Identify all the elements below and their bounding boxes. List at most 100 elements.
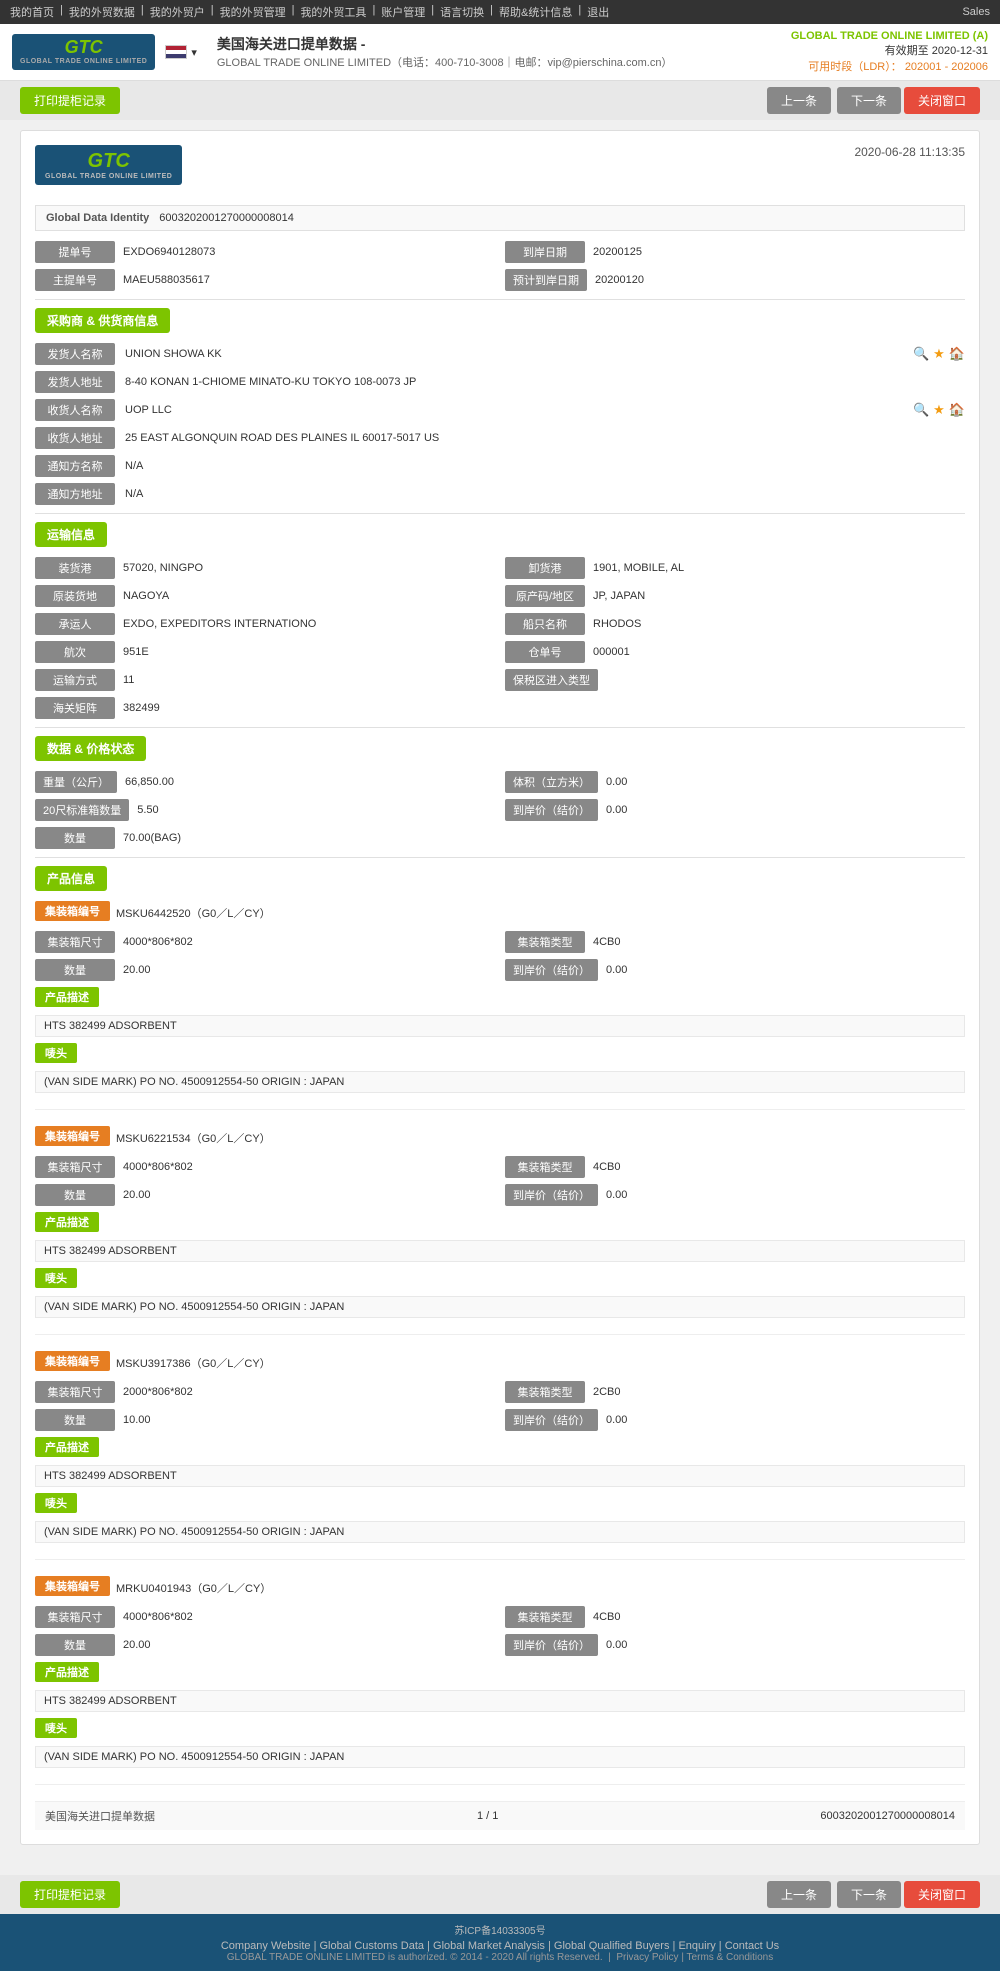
origin-row: 原装货地 NAGOYA 原产码/地区 JP, JAPAN <box>35 585 965 607</box>
shipper-star-icon[interactable]: ★ <box>933 346 945 362</box>
shipper-icons: 🔍 ★ 🏠 <box>913 346 965 362</box>
prev-button-bottom[interactable]: 上一条 <box>767 1881 831 1908</box>
nav-trade-data[interactable]: 我的外贸数据 <box>69 4 135 20</box>
master-no-label: 主提单号 <box>35 269 115 291</box>
container20-value: 5.50 <box>137 804 495 816</box>
container-qty-value-1: 20.00 <box>123 1189 495 1201</box>
container-size-label-1: 集装箱尺寸 <box>35 1156 115 1178</box>
transport-label: 运输方式 <box>35 669 115 691</box>
global-id-label: Global Data Identity <box>46 212 149 224</box>
card-logo-gtc: GTC <box>88 150 130 173</box>
container-qty-value-0: 20.00 <box>123 964 495 976</box>
consignee-name-row: 收货人名称 UOP LLC 🔍 ★ 🏠 <box>35 399 965 421</box>
prev-button-top[interactable]: 上一条 <box>767 87 831 114</box>
container-qty-label-2: 数量 <box>35 1409 115 1431</box>
sales-label: Sales <box>962 6 990 18</box>
close-button-bottom[interactable]: 关闭窗口 <box>904 1881 980 1908</box>
qty-pair: 数量 70.00(BAG) <box>35 827 495 849</box>
container-tag-label-3: 集装箱编号 <box>35 1576 110 1596</box>
print-button-top[interactable]: 打印提柜记录 <box>20 87 120 114</box>
footer-terms[interactable]: Terms & Conditions <box>687 1952 774 1963</box>
container-qty-row-2: 数量 10.00 到岸价（结价） 0.00 <box>35 1409 965 1431</box>
consignee-icons: 🔍 ★ 🏠 <box>913 402 965 418</box>
container-item-3: 集装箱编号 MRKU0401943（G0／L／CY） 集装箱尺寸 4000*80… <box>35 1576 965 1785</box>
container-item-2: 集装箱编号 MSKU3917386（G0／L／CY） 集装箱尺寸 2000*80… <box>35 1351 965 1560</box>
close-button-top[interactable]: 关闭窗口 <box>904 87 980 114</box>
product-section: 产品信息 集装箱编号 MSKU6442520（G0／L／CY） 集装箱尺寸 40… <box>35 866 965 1785</box>
footer-link-contact[interactable]: Contact Us <box>725 1940 779 1952</box>
container-mark-value-2: (VAN SIDE MARK) PO NO. 4500912554-50 ORI… <box>35 1521 965 1543</box>
nav-customers[interactable]: 我的外贸户 <box>150 4 205 20</box>
header-right-info: GLOBAL TRADE ONLINE LIMITED (A) 有效期至 202… <box>791 30 988 74</box>
nav-logout[interactable]: 退出 <box>587 4 609 20</box>
consignee-addr-label: 收货人地址 <box>35 427 115 449</box>
bonded-label: 保税区进入类型 <box>505 669 598 691</box>
footer-link-buyers[interactable]: Global Qualified Buyers <box>554 1940 670 1952</box>
container-desc-tag-1: 产品描述 <box>35 1212 99 1232</box>
container-mark-tag-2: 唛头 <box>35 1493 77 1513</box>
arrive-date-label: 到岸日期 <box>505 241 585 263</box>
footer-copyright: GLOBAL TRADE ONLINE LIMITED is authorize… <box>10 1952 990 1963</box>
container20-label: 20尺标准箱数量 <box>35 799 129 821</box>
container-type-label-1: 集装箱类型 <box>505 1156 585 1178</box>
unit-price-label: 到岸价（结价） <box>505 799 598 821</box>
footer-label: 美国海关进口提单数据 <box>45 1808 155 1824</box>
logo-gtc-text: GTC <box>65 38 103 58</box>
container-price-value-2: 0.00 <box>606 1414 965 1426</box>
container-qty-label-1: 数量 <box>35 1184 115 1206</box>
footer-link-enquiry[interactable]: Enquiry <box>678 1940 715 1952</box>
shipper-home-icon[interactable]: 🏠 <box>949 346 965 362</box>
container-type-value-3: 4CB0 <box>593 1611 965 1623</box>
container-qty-row-1: 数量 20.00 到岸价（结价） 0.00 <box>35 1184 965 1206</box>
nav-tools[interactable]: 我的外贸工具 <box>300 4 366 20</box>
consignee-star-icon[interactable]: ★ <box>933 402 945 418</box>
container-size-row-0: 集装箱尺寸 4000*806*802 集装箱类型 4CB0 <box>35 931 965 953</box>
notify-name-row: 通知方名称 N/A <box>35 455 965 477</box>
transport-row: 运输方式 11 保税区进入类型 <box>35 669 965 691</box>
customs-label: 海关矩阵 <box>35 697 115 719</box>
next-button-top[interactable]: 下一条 <box>837 87 901 114</box>
qty-label: 数量 <box>35 827 115 849</box>
container-item-1: 集装箱编号 MSKU6221534（G0／L／CY） 集装箱尺寸 4000*80… <box>35 1126 965 1335</box>
container-desc-value-3: HTS 382499 ADSORBENT <box>35 1690 965 1712</box>
weight-label: 重量（公斤） <box>35 771 117 793</box>
nav-account[interactable]: 账户管理 <box>381 4 425 20</box>
top-toolbar: 打印提柜记录 上一条 下一条 关闭窗口 <box>0 81 1000 120</box>
header-company-name: GLOBAL TRADE ONLINE LIMITED (A) <box>791 30 988 42</box>
shipper-addr-row: 发货人地址 8-40 KONAN 1-CHIOME MINATO-KU TOKY… <box>35 371 965 393</box>
nav-management[interactable]: 我的外贸管理 <box>220 4 286 20</box>
nav-home[interactable]: 我的首页 <box>10 4 54 20</box>
next-button-bottom[interactable]: 下一条 <box>837 1881 901 1908</box>
container-tag-number-0: MSKU6442520（G0／L／CY） <box>116 905 271 921</box>
container-type-value-0: 4CB0 <box>593 936 965 948</box>
card-logo-sub: GLOBAL TRADE ONLINE LIMITED <box>45 173 172 180</box>
footer-link-website[interactable]: Company Website <box>221 1940 311 1952</box>
bill-no-value: EXDO6940128073 <box>123 246 495 258</box>
consignee-name-label: 收货人名称 <box>35 399 115 421</box>
vessel-pair: 船只名称 RHODOS <box>505 613 965 635</box>
global-id-value: 6003202001270000008014 <box>159 212 294 224</box>
container-size-value-3: 4000*806*802 <box>123 1611 495 1623</box>
volume-label: 体积（立方米） <box>505 771 598 793</box>
container-type-label-3: 集装箱类型 <box>505 1606 585 1628</box>
transport-value: 11 <box>123 674 495 686</box>
container-price-value-1: 0.00 <box>606 1189 965 1201</box>
bill-no-pair: 提单号 EXDO6940128073 <box>35 241 495 263</box>
nav-close-group: 上一条 下一条 关闭窗口 <box>764 87 980 114</box>
nav-help[interactable]: 帮助&统计信息 <box>499 4 572 20</box>
shipper-search-icon[interactable]: 🔍 <box>913 346 929 362</box>
arrive-date-pair: 到岸日期 20200125 <box>505 241 965 263</box>
main-content: GTC GLOBAL TRADE ONLINE LIMITED 2020-06-… <box>0 120 1000 1875</box>
shipper-section-header: 采购商 & 供货商信息 <box>35 308 170 333</box>
nav-language[interactable]: 语言切换 <box>440 4 484 20</box>
shipper-name-value: UNION SHOWA KK <box>125 348 903 360</box>
print-button-bottom[interactable]: 打印提柜记录 <box>20 1881 120 1908</box>
forwarder-label: 承运人 <box>35 613 115 635</box>
footer-privacy[interactable]: Privacy Policy <box>616 1952 678 1963</box>
consignee-home-icon[interactable]: 🏠 <box>949 402 965 418</box>
footer-link-market[interactable]: Global Market Analysis <box>433 1940 545 1952</box>
footer-link-customs[interactable]: Global Customs Data <box>320 1940 425 1952</box>
origin-region-value: JP, JAPAN <box>593 590 965 602</box>
flag-dropdown-icon[interactable]: ▾ <box>191 46 197 59</box>
consignee-search-icon[interactable]: 🔍 <box>913 402 929 418</box>
